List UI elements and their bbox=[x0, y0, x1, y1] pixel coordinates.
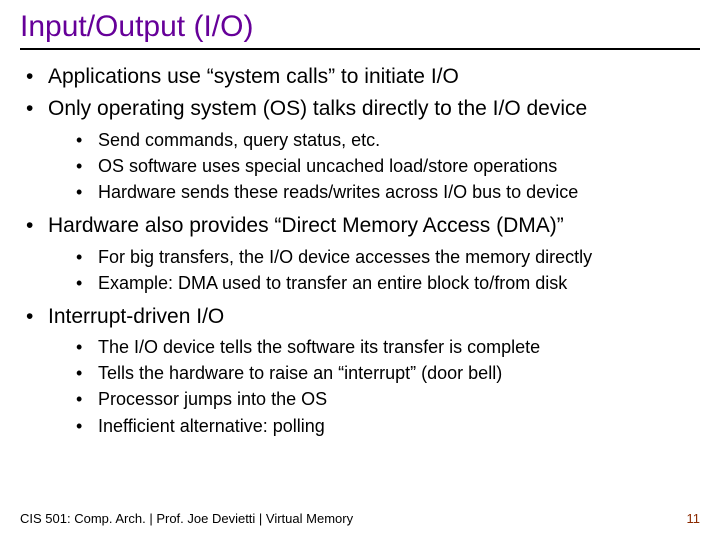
sub-bullet-text: Hardware sends these reads/writes across… bbox=[98, 182, 578, 202]
slide: Input/Output (I/O) Applications use “sys… bbox=[0, 0, 720, 540]
sub-bullet-list: Send commands, query status, etc. OS sof… bbox=[48, 127, 700, 205]
bullet-item: Hardware also provides “Direct Memory Ac… bbox=[20, 211, 700, 296]
sub-bullet-text: Processor jumps into the OS bbox=[98, 389, 327, 409]
sub-bullet-item: Send commands, query status, etc. bbox=[70, 127, 700, 153]
sub-bullet-item: Inefficient alternative: polling bbox=[70, 413, 700, 439]
sub-bullet-text: Tells the hardware to raise an “interrup… bbox=[98, 363, 502, 383]
sub-bullet-item: For big transfers, the I/O device access… bbox=[70, 244, 700, 270]
bullet-item: Applications use “system calls” to initi… bbox=[20, 62, 700, 92]
sub-bullet-list: For big transfers, the I/O device access… bbox=[48, 244, 700, 296]
sub-bullet-item: Example: DMA used to transfer an entire … bbox=[70, 270, 700, 296]
sub-bullet-text: OS software uses special uncached load/s… bbox=[98, 156, 557, 176]
slide-title: Input/Output (I/O) bbox=[20, 10, 700, 50]
bullet-list: Applications use “system calls” to initi… bbox=[20, 62, 700, 439]
sub-bullet-text: Inefficient alternative: polling bbox=[98, 416, 325, 436]
bullet-text: Applications use “system calls” to initi… bbox=[48, 65, 459, 88]
bullet-text: Hardware also provides “Direct Memory Ac… bbox=[48, 214, 564, 237]
sub-bullet-text: Send commands, query status, etc. bbox=[98, 130, 380, 150]
sub-bullet-item: Hardware sends these reads/writes across… bbox=[70, 179, 700, 205]
sub-bullet-item: OS software uses special uncached load/s… bbox=[70, 153, 700, 179]
footer-text: CIS 501: Comp. Arch. | Prof. Joe Deviett… bbox=[20, 511, 353, 526]
sub-bullet-list: The I/O device tells the software its tr… bbox=[48, 334, 700, 438]
sub-bullet-text: Example: DMA used to transfer an entire … bbox=[98, 273, 567, 293]
bullet-item: Only operating system (OS) talks directl… bbox=[20, 94, 700, 205]
sub-bullet-item: The I/O device tells the software its tr… bbox=[70, 334, 700, 360]
sub-bullet-item: Processor jumps into the OS bbox=[70, 386, 700, 412]
slide-footer: CIS 501: Comp. Arch. | Prof. Joe Deviett… bbox=[20, 511, 700, 526]
page-number: 11 bbox=[687, 511, 701, 526]
sub-bullet-text: The I/O device tells the software its tr… bbox=[98, 337, 540, 357]
sub-bullet-text: For big transfers, the I/O device access… bbox=[98, 247, 592, 267]
bullet-text: Only operating system (OS) talks directl… bbox=[48, 97, 587, 120]
bullet-item: Interrupt-driven I/O The I/O device tell… bbox=[20, 302, 700, 439]
sub-bullet-item: Tells the hardware to raise an “interrup… bbox=[70, 360, 700, 386]
bullet-text: Interrupt-driven I/O bbox=[48, 305, 224, 328]
